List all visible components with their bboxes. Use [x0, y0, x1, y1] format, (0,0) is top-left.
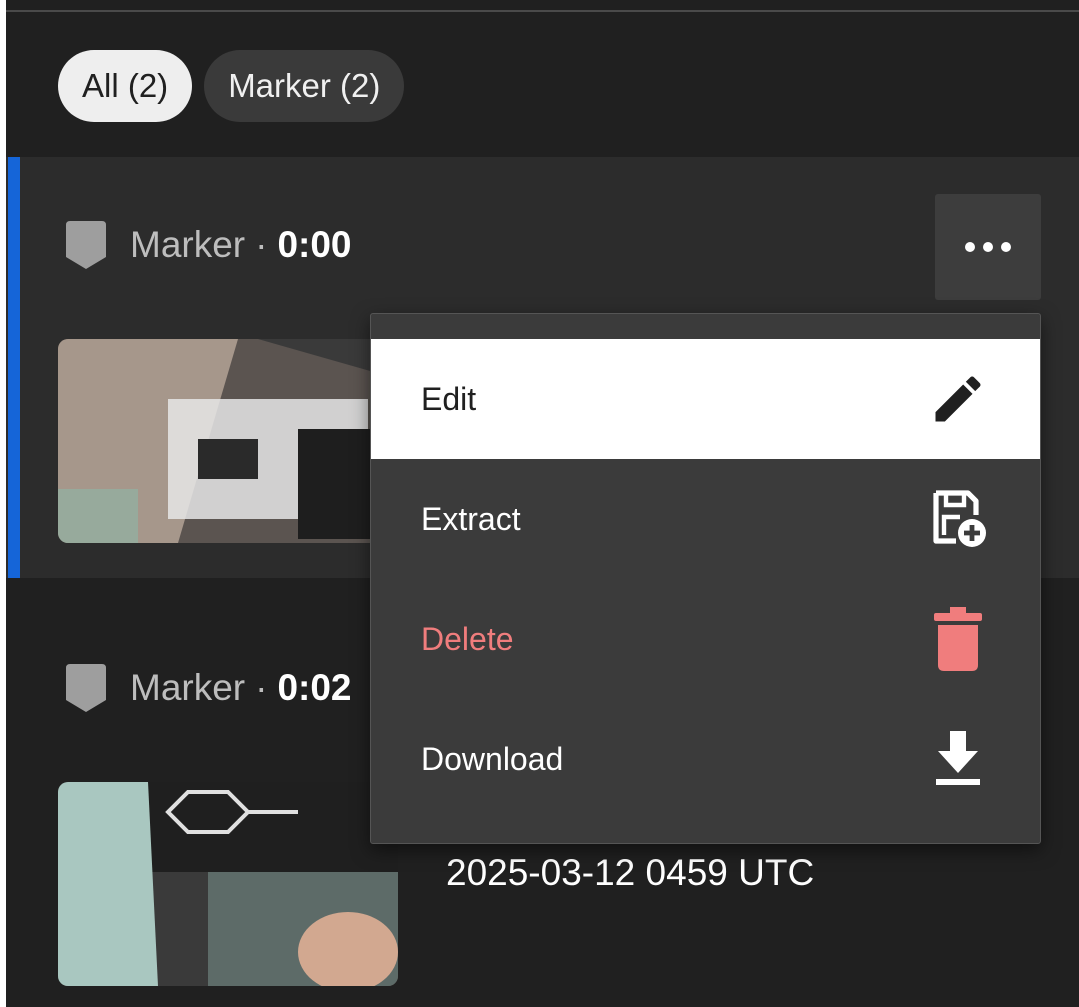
menu-item-label: Download: [421, 740, 564, 777]
bookmark-icon: [66, 221, 106, 269]
thumbnail-image: [58, 782, 398, 986]
menu-item-label: Delete: [421, 620, 514, 657]
menu-item-download[interactable]: Download: [371, 699, 1040, 819]
marker-type-label: Marker: [130, 667, 246, 708]
separator: ·: [255, 667, 268, 708]
menu-item-delete[interactable]: Delete: [371, 579, 1040, 699]
marker-time: 0:02: [277, 667, 352, 708]
video-thumbnail[interactable]: [58, 782, 398, 986]
separator: ·: [255, 224, 268, 265]
marker-type-label: Marker: [130, 224, 246, 265]
extract-icon: [926, 487, 990, 551]
filter-chip-all[interactable]: All (2): [58, 50, 193, 122]
thumbnail-image: [58, 339, 398, 543]
marker-header: Marker · 0:02: [66, 664, 352, 712]
selected-indicator: [8, 157, 20, 578]
bookmark-icon: [66, 664, 106, 712]
menu-item-label: Edit: [421, 380, 477, 417]
filter-chip-marker[interactable]: Marker (2): [204, 50, 405, 122]
filter-chips: All (2) Marker (2): [58, 50, 405, 122]
marker-header: Marker · 0:00: [66, 221, 352, 269]
pencil-icon: [926, 367, 990, 431]
marker-date: 2025-03-12 0459 UTC: [446, 852, 815, 893]
markers-panel: All (2) Marker (2) Marker · 0:00 Marker …: [6, 0, 1079, 1007]
more-horizontal-icon: [965, 242, 1011, 252]
menu-item-label: Extract: [421, 500, 521, 537]
menu-item-edit[interactable]: Edit: [371, 339, 1040, 459]
context-menu: Edit Extract Delete Download: [370, 313, 1041, 844]
video-thumbnail[interactable]: [58, 339, 398, 543]
trash-icon: [926, 607, 990, 671]
divider: [6, 10, 1079, 12]
more-options-button[interactable]: [935, 194, 1041, 300]
menu-item-extract[interactable]: Extract: [371, 459, 1040, 579]
download-icon: [926, 727, 990, 791]
marker-time: 0:00: [277, 224, 352, 265]
